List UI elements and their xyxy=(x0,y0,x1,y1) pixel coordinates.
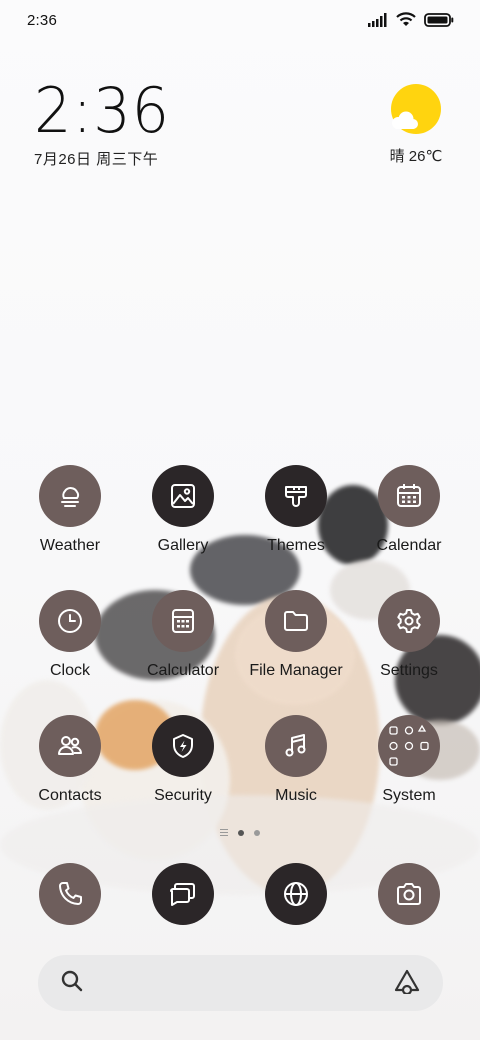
status-time: 2:36 xyxy=(27,12,57,29)
status-bar: 2:36 xyxy=(0,0,480,42)
status-icons xyxy=(368,12,454,27)
folder-icon xyxy=(265,590,327,652)
battery-icon xyxy=(424,12,454,27)
gallery-icon xyxy=(152,465,214,527)
app-drawer-indicator-icon xyxy=(220,829,228,836)
phone-icon xyxy=(39,863,101,925)
app-label: Calendar xyxy=(376,537,442,554)
dock-phone[interactable] xyxy=(10,863,130,925)
app-themes[interactable]: Themes xyxy=(236,465,356,555)
wifi-icon xyxy=(396,12,416,27)
app-weather[interactable]: Weather xyxy=(10,465,130,555)
app-label: Music xyxy=(275,787,317,804)
calendar-icon xyxy=(378,465,440,527)
shield-icon xyxy=(152,715,214,777)
app-label: System xyxy=(382,787,436,804)
page-dot-1[interactable] xyxy=(238,829,244,836)
page-dot-2[interactable] xyxy=(254,829,260,836)
sun-cloud-icon xyxy=(389,83,443,137)
app-label: File Manager xyxy=(249,662,343,679)
app-label: Security xyxy=(154,787,212,804)
weather-widget[interactable]: 晴 26℃ xyxy=(386,83,446,166)
app-label: Themes xyxy=(267,537,325,554)
dock-browser[interactable] xyxy=(236,863,356,925)
app-clock[interactable]: Clock xyxy=(10,590,130,680)
gear-icon xyxy=(378,590,440,652)
clock-widget[interactable]: 2:36 7月26日 周三下午 xyxy=(34,78,177,169)
app-gallery[interactable]: Gallery xyxy=(123,465,243,555)
folder-system[interactable]: System xyxy=(349,715,469,805)
app-label: Clock xyxy=(49,662,90,679)
page-indicator[interactable] xyxy=(0,829,480,836)
app-label: Weather xyxy=(39,537,101,554)
app-settings[interactable]: Settings xyxy=(349,590,469,680)
dock-messages[interactable] xyxy=(123,863,243,925)
clock-widget-time: 2:36 xyxy=(34,74,171,147)
app-security[interactable]: Security xyxy=(123,715,243,805)
app-music[interactable]: Music xyxy=(236,715,356,805)
clock-widget-date: 7月26日 周三下午 xyxy=(34,151,159,168)
music-icon xyxy=(265,715,327,777)
app-label: Contacts xyxy=(38,787,102,804)
app-contacts[interactable]: Contacts xyxy=(10,715,130,805)
folder-grid-icon xyxy=(378,715,440,777)
search-bar[interactable] xyxy=(38,955,443,1011)
app-label: Settings xyxy=(380,662,438,679)
weather-widget-text: 晴 26℃ xyxy=(389,148,443,165)
calculator-icon xyxy=(152,590,214,652)
assistant-icon[interactable] xyxy=(393,968,421,999)
themes-icon xyxy=(265,465,327,527)
app-calculator[interactable]: Calculator xyxy=(123,590,243,680)
app-file-manager[interactable]: File Manager xyxy=(236,590,356,680)
messages-icon xyxy=(152,863,214,925)
app-calendar[interactable]: Calendar xyxy=(349,465,469,555)
clock-icon xyxy=(39,590,101,652)
browser-icon xyxy=(265,863,327,925)
signal-icon xyxy=(368,12,388,27)
app-label: Calculator xyxy=(146,662,220,679)
weather-icon xyxy=(39,465,101,527)
search-icon[interactable] xyxy=(60,969,84,998)
contacts-icon xyxy=(39,715,101,777)
camera-icon xyxy=(378,863,440,925)
dock-camera[interactable] xyxy=(349,863,469,925)
app-label: Gallery xyxy=(157,537,209,554)
